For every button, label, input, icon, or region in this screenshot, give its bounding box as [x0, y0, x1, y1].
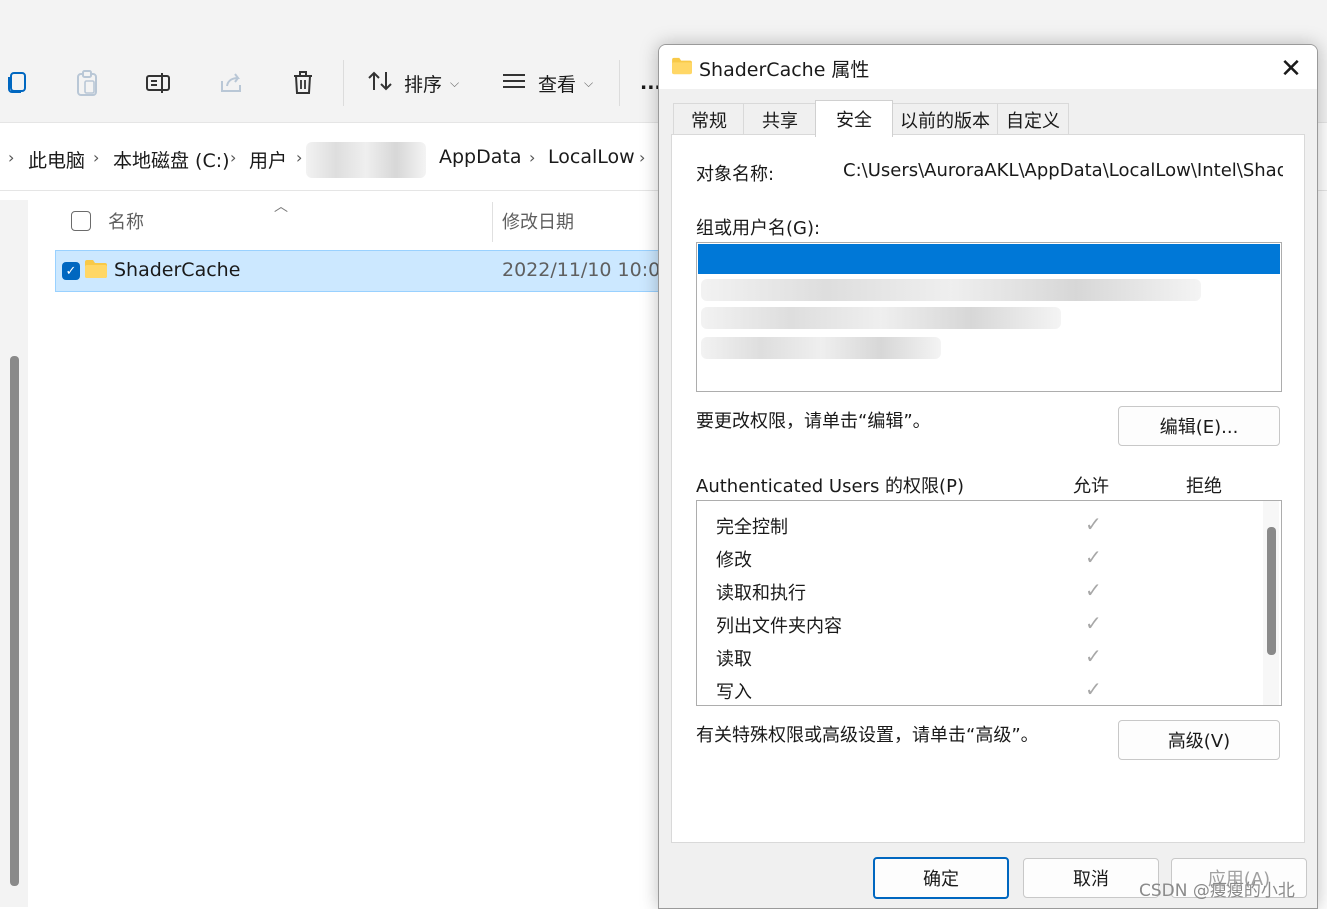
column-header-modified[interactable]: 修改日期: [502, 208, 574, 234]
permission-row: 修改 ✓: [697, 541, 1257, 574]
permission-row: 读取和执行 ✓: [697, 574, 1257, 607]
permission-name: 写入: [716, 682, 752, 703]
advanced-button[interactable]: 高级(V): [1118, 720, 1280, 760]
row-checkbox-checked[interactable]: ✓: [62, 262, 80, 280]
object-name-label: 对象名称:: [696, 164, 775, 185]
toolbar-divider: [619, 60, 620, 106]
chevron-right-icon: ›: [93, 148, 100, 167]
column-header-row: [55, 202, 695, 242]
permission-name: 完全控制: [716, 517, 788, 538]
copy-icon[interactable]: [2, 66, 32, 100]
view-button[interactable]: 查看 ⌵: [502, 66, 593, 100]
file-name: ShaderCache: [114, 259, 241, 281]
group-list-item[interactable]: [701, 279, 1201, 301]
check-icon: ✓: [1085, 512, 1102, 536]
group-list-item[interactable]: [701, 307, 1061, 329]
permissions-list[interactable]: 完全控制 ✓ 修改 ✓ 读取和执行 ✓ 列出文件夹内容 ✓ 读取 ✓ 写入 ✓: [696, 500, 1282, 706]
file-modified-date: 2022/11/10 10:04: [502, 259, 673, 281]
close-icon: ✕: [1280, 54, 1302, 84]
chevron-down-icon: ⌵: [450, 75, 460, 90]
group-list-item[interactable]: [701, 337, 941, 359]
paste-icon[interactable]: [72, 66, 102, 100]
permissions-allow-header: 允许: [1073, 476, 1109, 497]
chevron-right-icon: ›: [8, 148, 15, 167]
dialog-title: ShaderCache 属性: [699, 59, 870, 81]
tab-previous-versions[interactable]: 以前的版本: [891, 103, 999, 136]
permission-name: 列出文件夹内容: [716, 616, 842, 637]
permission-name: 读取: [716, 649, 752, 670]
column-divider[interactable]: [492, 202, 493, 242]
breadcrumb-users[interactable]: 用户: [249, 146, 287, 173]
check-icon: ✓: [1085, 545, 1102, 569]
sort-label: 排序: [404, 73, 443, 96]
column-header-name[interactable]: 名称: [108, 208, 144, 234]
chevron-right-icon: ›: [529, 148, 536, 167]
close-button[interactable]: ✕: [1275, 53, 1307, 85]
permissions-deny-header: 拒绝: [1186, 476, 1222, 497]
check-icon: ✓: [1085, 578, 1102, 602]
dialog-titlebar[interactable]: ShaderCache 属性 ✕: [659, 45, 1317, 89]
permission-name: 修改: [716, 550, 752, 571]
group-user-list[interactable]: [696, 242, 1282, 392]
edit-button[interactable]: 编辑(E)...: [1118, 406, 1280, 446]
sort-ascending-icon: ︿: [274, 199, 288, 215]
chevron-right-icon: ›: [230, 148, 237, 167]
tab-sharing[interactable]: 共享: [743, 103, 817, 136]
check-icon: ✓: [1085, 611, 1102, 635]
change-permissions-hint: 要更改权限，请单击“编辑”。: [696, 411, 931, 432]
permission-name: 读取和执行: [716, 583, 806, 604]
tab-security[interactable]: 安全: [815, 100, 893, 137]
view-label: 查看: [538, 73, 577, 96]
scrollbar-thumb[interactable]: [10, 356, 19, 886]
permission-row: 写入 ✓: [697, 673, 1257, 705]
breadcrumb-appdata[interactable]: AppData: [439, 146, 522, 168]
chevron-right-icon: ›: [639, 148, 646, 167]
object-path-value: C:\Users\AuroraAKL\AppData\LocalLow\Inte…: [843, 160, 1283, 181]
redacted-username: [306, 142, 426, 178]
permissions-title: Authenticated Users 的权限(P): [696, 476, 964, 497]
group-list-item-selected[interactable]: [698, 244, 1280, 274]
breadcrumb-locallow[interactable]: LocalLow: [548, 146, 635, 168]
delete-icon[interactable]: [288, 66, 318, 100]
check-icon: ✓: [1085, 644, 1102, 668]
breadcrumb-this-pc[interactable]: 此电脑: [28, 146, 85, 173]
properties-dialog: ShaderCache 属性 ✕ 常规 共享 安全 以前的版本 自定义 对象名称…: [658, 44, 1318, 909]
permissions-scrollbar[interactable]: [1263, 501, 1279, 705]
advanced-hint: 有关特殊权限或高级设置，请单击“高级”。: [696, 725, 1039, 746]
tab-general[interactable]: 常规: [673, 103, 745, 136]
rename-icon[interactable]: [144, 66, 174, 100]
share-icon[interactable]: [216, 66, 246, 100]
ok-button[interactable]: 确定: [873, 857, 1009, 899]
chevron-down-icon: ⌵: [584, 75, 594, 90]
sort-icon: [368, 70, 394, 97]
group-users-label: 组或用户名(G):: [696, 218, 821, 239]
folder-icon: [671, 57, 693, 79]
folder-icon: [84, 259, 108, 283]
select-all-checkbox[interactable]: [71, 211, 91, 231]
watermark: CSDN @瘦瘦的小北: [1139, 881, 1295, 901]
breadcrumb-local-disk[interactable]: 本地磁盘 (C:): [113, 146, 230, 173]
check-icon: ✓: [1085, 677, 1102, 701]
sort-button[interactable]: 排序 ⌵: [368, 66, 459, 100]
permission-row: 列出文件夹内容 ✓: [697, 607, 1257, 640]
scrollbar-thumb[interactable]: [1267, 527, 1276, 655]
chevron-right-icon: ›: [296, 148, 303, 167]
toolbar-divider: [343, 60, 344, 106]
view-icon: [502, 72, 526, 95]
tab-customize[interactable]: 自定义: [997, 103, 1069, 136]
permission-row: 完全控制 ✓: [697, 508, 1257, 541]
permission-row: 读取 ✓: [697, 640, 1257, 673]
